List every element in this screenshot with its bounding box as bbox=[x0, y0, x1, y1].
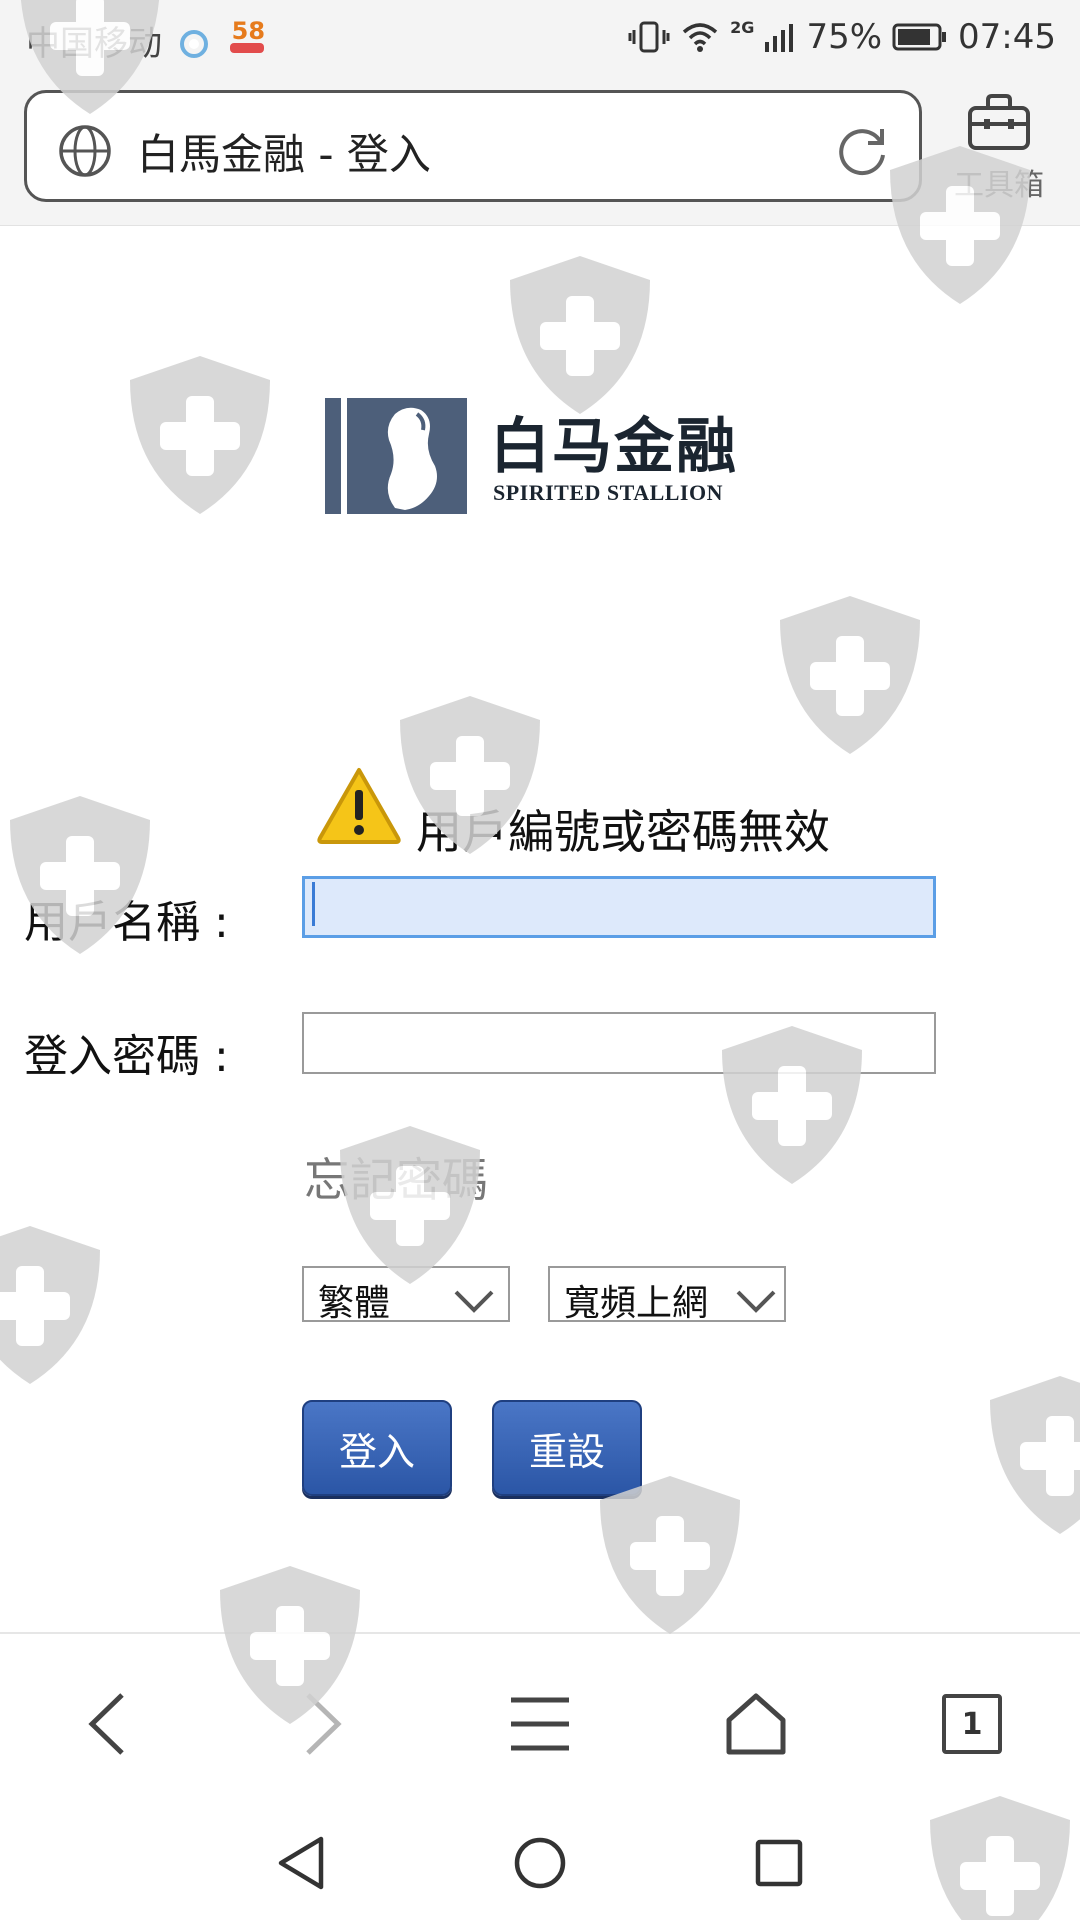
username-input[interactable] bbox=[302, 876, 936, 938]
menu-icon bbox=[511, 1697, 569, 1751]
browser-toolbar: 1 bbox=[0, 1632, 1080, 1798]
language-select[interactable]: 繁體 bbox=[302, 1266, 510, 1324]
horse-emblem bbox=[325, 398, 467, 514]
username-label: 用戶名稱 : bbox=[24, 897, 229, 948]
tab-count: 1 bbox=[961, 1706, 983, 1742]
connection-select-value: 寬頻上網 bbox=[564, 1283, 709, 1324]
forward-button[interactable] bbox=[284, 1684, 364, 1764]
globe-icon bbox=[57, 123, 113, 183]
clock: 07:45 bbox=[958, 17, 1056, 57]
language-select-value: 繁體 bbox=[318, 1283, 391, 1324]
connection-select[interactable]: 寬頻上網 bbox=[548, 1266, 786, 1324]
watermark-shield-icon bbox=[500, 250, 660, 420]
tabs-icon: 1 bbox=[942, 1694, 1002, 1754]
tabs-button[interactable]: 1 bbox=[932, 1684, 1012, 1764]
reload-icon[interactable] bbox=[833, 121, 891, 183]
menu-button[interactable] bbox=[500, 1684, 580, 1764]
58-app-icon: 58 bbox=[228, 17, 268, 57]
watermark-shield-icon bbox=[120, 350, 280, 520]
password-label: 登入密碼 : bbox=[24, 1031, 229, 1082]
carrier-name: 中国移动 bbox=[26, 24, 162, 64]
status-bar: 中国移动 58 2G 75% 07:45 bbox=[0, 0, 1080, 76]
toolbox-icon bbox=[966, 94, 1032, 156]
network-type: 2G bbox=[730, 18, 755, 37]
logo-name-cn: 白马金融 bbox=[490, 412, 738, 482]
square-recents-icon bbox=[755, 1839, 803, 1887]
url-field[interactable]: 白馬金融 - 登入 bbox=[24, 90, 922, 202]
system-recents-button[interactable] bbox=[744, 1828, 814, 1898]
circle-home-icon bbox=[514, 1837, 566, 1889]
watermark-shield-icon bbox=[0, 1220, 110, 1390]
browser-app-icon bbox=[179, 28, 209, 68]
watermark-shield-icon bbox=[980, 1370, 1080, 1540]
chevron-down-icon bbox=[452, 1282, 496, 1323]
watermark-shield-icon bbox=[770, 590, 930, 760]
system-home-button[interactable] bbox=[505, 1828, 575, 1898]
login-button[interactable]: 登入 bbox=[302, 1400, 452, 1496]
home-icon bbox=[726, 1693, 786, 1755]
chevron-left-icon bbox=[88, 1693, 124, 1755]
system-navigation-bar bbox=[0, 1798, 1080, 1920]
back-button[interactable] bbox=[66, 1684, 146, 1764]
browser-address-bar: 白馬金融 - 登入 工具箱 bbox=[0, 76, 1080, 226]
error-message: 用戶編號或密碼無效 bbox=[416, 805, 830, 859]
battery-percent: 75% bbox=[806, 17, 883, 57]
reset-button[interactable]: 重設 bbox=[492, 1400, 642, 1496]
system-back-button[interactable] bbox=[266, 1828, 336, 1898]
58-app-badge: 58 bbox=[231, 17, 266, 45]
toolbox-button[interactable]: 工具箱 bbox=[944, 92, 1054, 204]
chevron-down-icon bbox=[734, 1282, 778, 1323]
text-caret bbox=[312, 882, 315, 926]
home-button[interactable] bbox=[716, 1684, 796, 1764]
carrier-area: 中国移动 58 bbox=[26, 16, 268, 68]
wifi-icon bbox=[680, 20, 720, 54]
forgot-password-link[interactable]: 忘記密碼 bbox=[304, 1144, 488, 1210]
company-logo: 白马金融 SPIRITED STALLION bbox=[325, 396, 745, 516]
toolbox-label: 工具箱 bbox=[954, 168, 1044, 203]
warning-icon bbox=[316, 766, 402, 848]
status-indicators: 2G 75% 07:45 bbox=[628, 14, 1056, 60]
logo-name-en: SPIRITED STALLION bbox=[493, 480, 723, 505]
chevron-right-icon bbox=[306, 1693, 342, 1755]
battery-icon bbox=[892, 22, 948, 52]
vibrate-icon bbox=[628, 20, 670, 54]
signal-icon bbox=[764, 22, 796, 52]
page-title: 白馬金融 - 登入 bbox=[137, 130, 431, 179]
password-input[interactable] bbox=[302, 1012, 936, 1074]
triangle-back-icon bbox=[278, 1836, 324, 1890]
